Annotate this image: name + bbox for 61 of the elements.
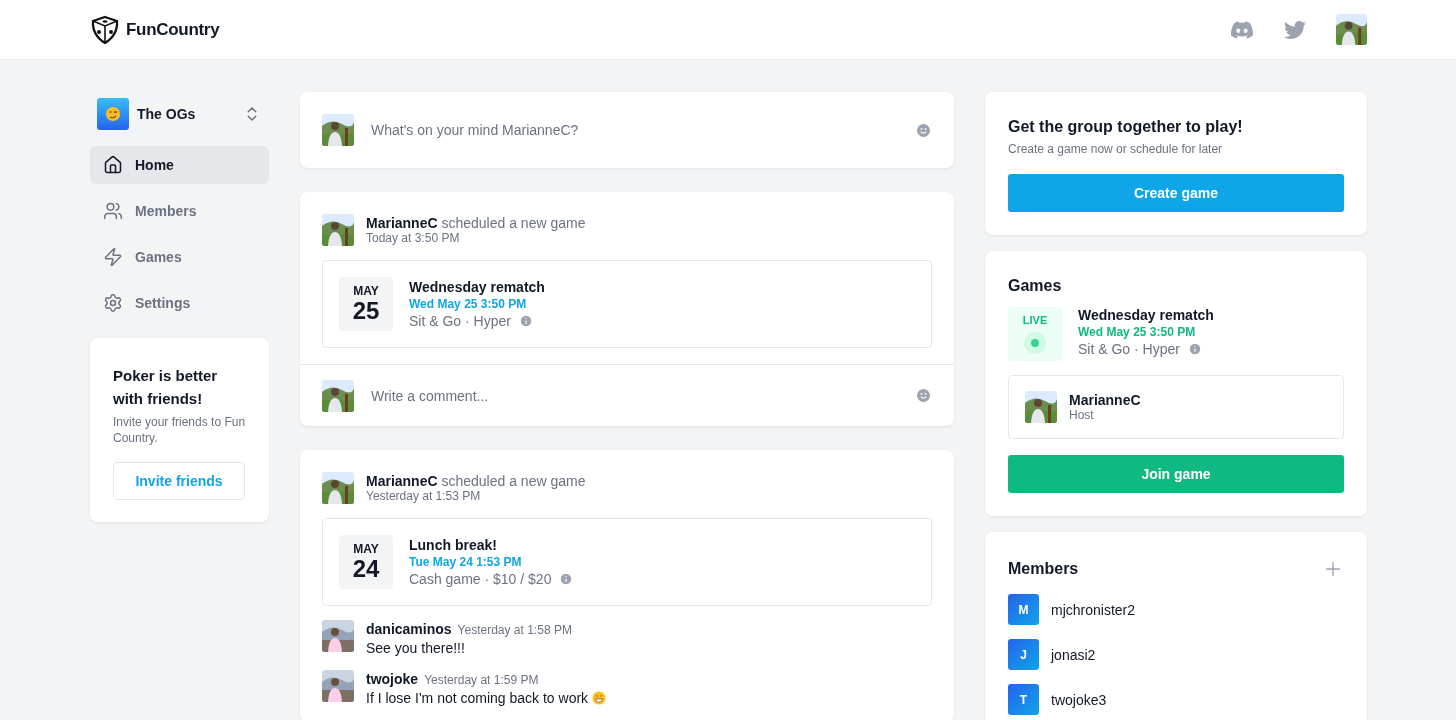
card-subtitle: Create a game now or schedule for later	[1008, 142, 1224, 156]
member-name[interactable]: twojoke3	[1051, 691, 1107, 708]
settings-icon	[103, 293, 123, 313]
bird-icon[interactable]	[1284, 18, 1306, 41]
comment-text: See you there!!!	[366, 640, 465, 656]
invite-title: Poker is better with friends!	[113, 366, 219, 409]
date-day: 25	[352, 298, 380, 324]
date-day: 24	[352, 556, 380, 582]
game-time: Wed May 25 3:50 PM	[1078, 325, 1197, 339]
post-headline: MarianneC scheduled a new game	[366, 473, 586, 489]
nav-item[interactable]: Settings	[90, 284, 269, 322]
game-card[interactable]: MAY 25 Wednesday rematch Wed May 25 3:50 PM Sit & Go · Hyper	[322, 260, 932, 348]
game-details: Cash game · $10 / $20	[409, 571, 552, 587]
invite-text: Invite your friends to Fun Country.	[113, 414, 246, 446]
group-name: The OGs	[137, 106, 197, 122]
comment-input[interactable]: Write a comment...	[369, 386, 902, 405]
game-details: Sit & Go · Hyper	[1078, 341, 1180, 357]
post-headline: MarianneC scheduled a new game	[366, 215, 586, 231]
status-label: LIVE	[1022, 314, 1048, 326]
post-input[interactable]: What's on your mind MarianneC?	[369, 121, 902, 139]
post-time: Today at 3:50 PM	[366, 231, 461, 245]
game-title: Wednesday rematch	[1078, 307, 1214, 323]
nav-item[interactable]: Members	[90, 192, 269, 230]
nav-item[interactable]: Games	[90, 238, 269, 276]
comment-author: danicaminos	[366, 621, 452, 637]
smiley-icon[interactable]	[917, 389, 930, 402]
host-role: Host	[1069, 408, 1095, 422]
home-icon	[103, 155, 123, 175]
info-icon[interactable]	[1187, 342, 1202, 356]
member-name[interactable]: mjchronister2	[1051, 601, 1136, 618]
member-avatar: M	[1008, 594, 1039, 625]
comment-author: twojoke	[366, 671, 419, 687]
status-dot-icon	[1024, 332, 1046, 354]
date-month: MAY	[353, 542, 379, 556]
group-avatar-icon	[97, 98, 129, 130]
game-card[interactable]: MAY 24 Lunch break! Tue May 24 1:53 PM Cash game · $10 / $20	[322, 518, 932, 606]
smiley-icon[interactable]	[917, 123, 930, 137]
nav-item[interactable]: Home	[90, 146, 269, 184]
card-title: Members	[1008, 560, 1079, 578]
member-avatar: T	[1008, 684, 1039, 715]
game-title: Lunch break!	[409, 537, 498, 553]
card-title: Get the group together to play!	[1008, 118, 1244, 136]
game-title: Wednesday rematch	[409, 279, 545, 295]
lightning-icon	[103, 247, 123, 267]
game-details: Sit & Go · Hyper	[409, 313, 511, 329]
card-title: Games	[1008, 277, 1063, 295]
member-avatar: J	[1008, 639, 1039, 670]
game-time: Wed May 25 3:50 PM	[409, 297, 528, 311]
comment-time: Yesterday at 1:58 PM	[457, 623, 572, 637]
host-name: MarianneC	[1069, 392, 1141, 408]
game-time: Tue May 24 1:53 PM	[409, 555, 523, 569]
info-icon[interactable]	[518, 314, 533, 328]
date-month: MAY	[353, 284, 379, 298]
comment-time: Yesterday at 1:59 PM	[424, 673, 539, 687]
logo-icon	[90, 14, 120, 45]
member-name[interactable]: jonasi2	[1051, 646, 1096, 663]
info-icon[interactable]	[559, 572, 574, 586]
brand-name: FunCountry	[126, 19, 220, 40]
comment-text: If I lose I'm not coming back to work	[366, 690, 589, 706]
people-icon	[103, 201, 123, 221]
post-time: Yesterday at 1:53 PM	[366, 489, 482, 503]
